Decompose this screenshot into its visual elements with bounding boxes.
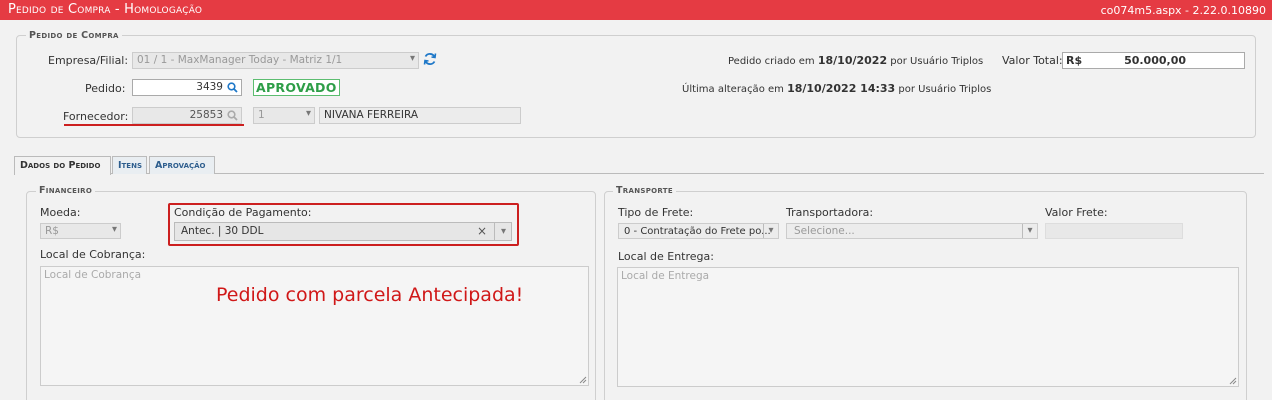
financeiro-legend: Financeiro <box>36 185 96 196</box>
fornecedor-name: NIVANA FERREIRA <box>324 109 419 121</box>
fornecedor-code: 25853 <box>189 109 223 121</box>
valor-frete-label: Valor Frete: <box>1045 206 1108 219</box>
resize-grip-icon[interactable] <box>579 376 587 384</box>
tipo-frete-label: Tipo de Frete: <box>618 206 694 219</box>
transporte-legend: Transporte <box>613 185 676 196</box>
status-badge: APROVADO <box>253 79 340 96</box>
tipo-frete-select[interactable]: 0 - Contratação do Frete po... ▾ <box>618 223 779 239</box>
moeda-value: R$ <box>45 225 59 237</box>
transportadora-select[interactable]: Selecione... ▾ <box>786 223 1038 239</box>
empresa-value: 01 / 1 - MaxManager Today - Matriz 1/1 <box>137 54 343 66</box>
local-entrega-textarea[interactable]: Local de Entrega <box>617 267 1239 387</box>
pedido-legend: Pedido de Compra <box>26 30 122 41</box>
tab-itens[interactable]: Itens <box>112 156 147 174</box>
valor-frete-input[interactable] <box>1045 223 1183 239</box>
fornecedor-highlight-underline <box>64 124 244 126</box>
fornecedor-select[interactable]: 1 ▾ <box>253 107 315 124</box>
chevron-down-icon: ▾ <box>111 224 117 235</box>
pedido-label: Pedido: <box>85 82 126 95</box>
valor-total-field: R$ 50.000,00 <box>1062 52 1245 69</box>
resize-grip-icon[interactable] <box>1229 377 1237 385</box>
criado-info: Pedido criado em 18/10/2022 por Usuário … <box>728 54 984 67</box>
transportadora-placeholder: Selecione... <box>794 225 855 237</box>
local-entrega-label: Local de Entrega: <box>618 250 714 263</box>
chevron-down-icon: ▾ <box>305 108 311 119</box>
empresa-label: Empresa/Filial: <box>48 54 129 67</box>
chevron-down-icon[interactable]: ▾ <box>1022 224 1037 238</box>
valor-total-value: 50.000,00 <box>1124 54 1186 67</box>
tab-aprovacao[interactable]: Aprovação <box>149 156 215 174</box>
annotation-text: Pedido com parcela Antecipada! <box>216 284 524 306</box>
moeda-label: Moeda: <box>40 206 81 219</box>
pedido-input[interactable]: 3439 <box>132 79 242 96</box>
fornecedor-code-input[interactable]: 25853 <box>132 107 242 124</box>
moeda-select[interactable]: R$ ▾ <box>40 223 121 239</box>
transportadora-label: Transportadora: <box>786 206 874 219</box>
local-cobranca-placeholder: Local de Cobrança <box>44 269 142 281</box>
alteracao-date: 18/10/2022 14:33 <box>787 82 896 95</box>
tipo-frete-value: 0 - Contratação do Frete po... <box>624 226 771 237</box>
local-cobranca-label: Local de Cobrança: <box>40 248 146 261</box>
tab-dados-do-pedido[interactable]: Dados do Pedido <box>14 156 111 175</box>
chevron-down-icon[interactable]: ▾ <box>763 224 778 238</box>
valor-total-label: Valor Total: <box>1002 54 1063 67</box>
condicao-highlight-box <box>168 203 519 246</box>
local-entrega-placeholder: Local de Entrega <box>621 270 710 282</box>
title-bar: Pedido de Compra - Homologação co074m5.a… <box>0 0 1272 20</box>
refresh-icon[interactable] <box>423 52 437 69</box>
pedido-value: 3439 <box>196 81 223 93</box>
search-icon[interactable] <box>227 110 238 123</box>
chevron-down-icon: ▾ <box>409 53 415 64</box>
page-title: Pedido de Compra - Homologação <box>8 2 203 17</box>
fornecedor-name-field: NIVANA FERREIRA <box>319 107 521 124</box>
fornecedor-select-value: 1 <box>258 109 265 121</box>
empresa-select[interactable]: 01 / 1 - MaxManager Today - Matriz 1/1 ▾ <box>132 52 419 69</box>
fornecedor-label: Fornecedor: <box>63 110 129 123</box>
search-icon[interactable] <box>227 82 238 95</box>
criado-date: 18/10/2022 <box>817 54 888 67</box>
valor-total-currency: R$ <box>1066 54 1083 67</box>
version-label: co074m5.aspx - 2.22.0.10890 <box>1100 4 1266 17</box>
alteracao-info: Última alteração em 18/10/2022 14:33 por… <box>682 82 992 95</box>
